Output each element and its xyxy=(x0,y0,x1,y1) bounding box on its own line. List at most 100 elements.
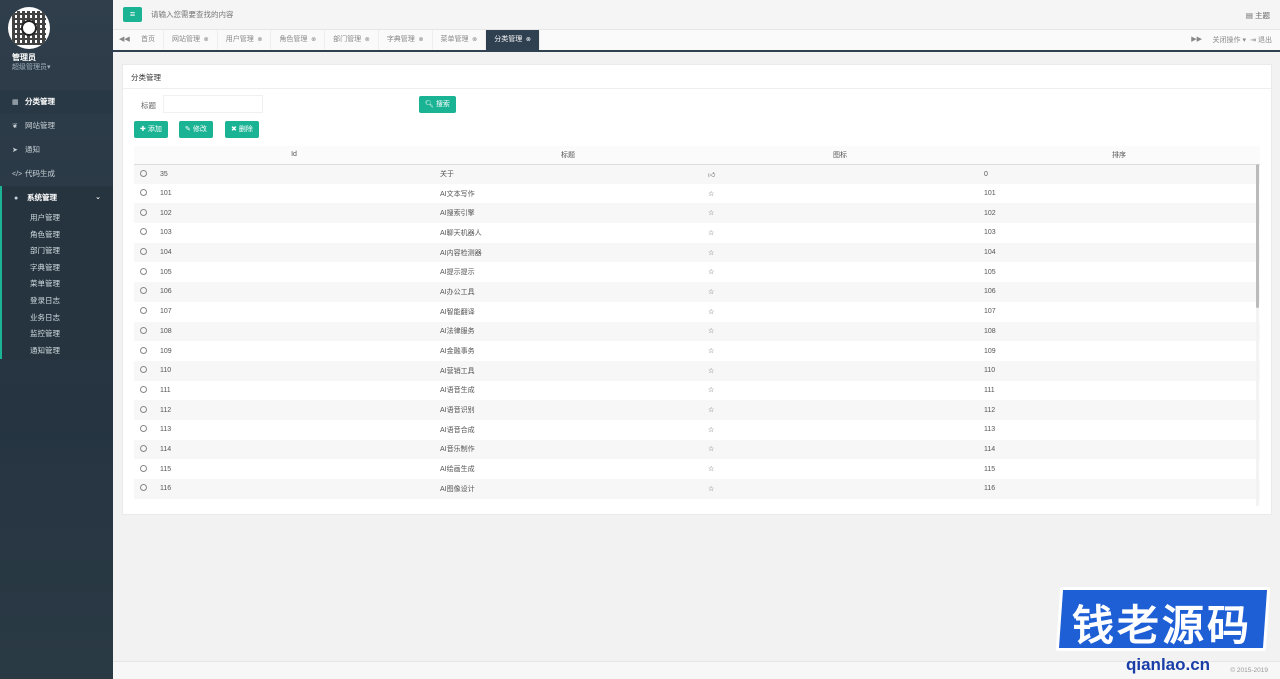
radio-button[interactable] xyxy=(140,307,147,315)
tab-close-icon[interactable]: ⊗ xyxy=(417,37,423,43)
table-row[interactable]: 101 AI文本写作 ☆ 101 xyxy=(134,184,1260,204)
table-row[interactable]: 113 AI语音合成 ☆ 113 xyxy=(134,420,1260,440)
table-row[interactable]: 114 AI音乐制作 ☆ 114 xyxy=(134,439,1260,460)
table-header-sort[interactable]: 排序 xyxy=(978,146,1260,165)
logout-button[interactable]: ⇥ 退出 xyxy=(1250,35,1272,45)
sidebar-subitem-roles[interactable]: 角色管理 xyxy=(2,227,113,244)
table-row[interactable]: 107 AI智能翻译 ☆ 107 xyxy=(134,302,1260,322)
tab-website[interactable]: 网站管理 ⊗ xyxy=(164,30,218,50)
table-row[interactable]: 110 AI营销工具 ☆ 110 xyxy=(134,360,1260,381)
table-header-id[interactable]: Id xyxy=(154,146,434,165)
table-row[interactable]: 104 AI内容检测器 ☆ 104 xyxy=(134,242,1260,263)
sidebar-item-website[interactable]: ❦ 网站管理 xyxy=(0,114,113,138)
sidebar-subitem-dictionary[interactable]: 字典管理 xyxy=(2,260,113,277)
edit-button[interactable]: ✎ 修改 xyxy=(179,121,213,138)
radio-button[interactable] xyxy=(140,326,147,334)
radio-button[interactable] xyxy=(140,248,147,256)
radio-button[interactable] xyxy=(140,366,147,374)
row-select[interactable] xyxy=(134,321,154,342)
search-button[interactable]: 🔍︎ 搜索 xyxy=(419,96,456,113)
table-header-title[interactable]: 标题 xyxy=(434,146,702,165)
row-select[interactable] xyxy=(134,302,154,322)
row-select[interactable] xyxy=(134,341,154,361)
delete-button[interactable]: ✖ 删除 xyxy=(225,121,259,138)
radio-button[interactable] xyxy=(140,385,147,393)
star-icon: ☆ xyxy=(708,288,715,296)
row-select[interactable] xyxy=(134,262,154,282)
tab-close-icon[interactable]: ⊗ xyxy=(256,37,262,43)
row-select[interactable] xyxy=(134,459,154,479)
row-select[interactable] xyxy=(134,381,154,401)
sidebar-subitem-monitor[interactable]: 监控管理 xyxy=(2,326,113,343)
table-row[interactable]: 102 AI搜索引擎 ☆ 102 xyxy=(134,203,1260,224)
close-operations-dropdown[interactable]: 关闭操作 ▾ xyxy=(1213,35,1246,45)
row-select[interactable] xyxy=(134,203,154,224)
tab-home[interactable]: 首页 xyxy=(133,30,164,50)
tab-scroll-left-icon[interactable]: ◀◀ xyxy=(119,35,130,43)
tab-close-icon[interactable]: ⊗ xyxy=(524,37,531,43)
table-row[interactable]: 105 AI提示提示 ☆ 105 xyxy=(134,262,1260,282)
tab-users[interactable]: 用户管理 ⊗ xyxy=(218,30,272,50)
tab-scroll-right-icon[interactable]: ▶▶ xyxy=(1191,35,1202,43)
row-select[interactable] xyxy=(134,400,154,420)
radio-button[interactable] xyxy=(140,425,147,433)
row-select[interactable] xyxy=(134,282,154,302)
table-row[interactable]: 35 关于 👍︎ 0 xyxy=(134,164,1260,184)
row-select[interactable] xyxy=(134,184,154,204)
table-row[interactable]: 116 AI图像设计 ☆ 116 xyxy=(134,479,1260,499)
table-row[interactable]: 106 AI办公工具 ☆ 106 xyxy=(134,282,1260,302)
tab-close-icon[interactable]: ⊗ xyxy=(471,37,477,43)
row-select[interactable] xyxy=(134,479,154,499)
radio-button[interactable] xyxy=(140,267,147,275)
radio-button[interactable] xyxy=(140,405,147,413)
radio-button[interactable] xyxy=(140,169,147,177)
sidebar-item-notice[interactable]: ➤ 通知 xyxy=(0,138,113,162)
radio-button[interactable] xyxy=(140,287,147,295)
table-row[interactable]: 108 AI法律服务 ☆ 108 xyxy=(134,321,1260,342)
global-search-input[interactable] xyxy=(151,10,351,19)
tab-menus[interactable]: 菜单管理 ⊗ xyxy=(433,30,487,50)
sidebar-item-system[interactable]: ● 系统管理 ⌄ xyxy=(2,186,113,210)
radio-button[interactable] xyxy=(140,464,147,472)
row-select[interactable] xyxy=(134,242,154,263)
tab-close-icon[interactable]: ⊗ xyxy=(363,37,370,43)
sidebar-item-category[interactable]: ▦ 分类管理 xyxy=(0,90,113,114)
row-select[interactable] xyxy=(134,420,154,440)
table-header-icon[interactable]: 图标 xyxy=(702,146,978,165)
menu-toggle-button[interactable]: ≡ xyxy=(123,7,142,22)
radio-button[interactable] xyxy=(140,189,147,197)
row-select[interactable] xyxy=(134,360,154,381)
radio-button[interactable] xyxy=(140,444,147,452)
add-button[interactable]: ✚ 添加 xyxy=(134,121,168,138)
table-row[interactable]: 103 AI聊天机器人 ☆ 103 xyxy=(134,223,1260,243)
sidebar-subitem-notifications[interactable]: 通知管理 xyxy=(2,343,113,360)
radio-button[interactable] xyxy=(140,484,147,492)
sidebar-item-codegen[interactable]: </> 代码生成 xyxy=(0,162,113,186)
scrollbar-thumb[interactable] xyxy=(1256,164,1259,308)
radio-button[interactable] xyxy=(140,208,147,216)
title-filter-input[interactable] xyxy=(163,95,263,113)
row-select[interactable] xyxy=(134,439,154,460)
sidebar-subitem-users[interactable]: 用户管理 xyxy=(2,210,113,227)
sidebar-subitem-business-log[interactable]: 业务日志 xyxy=(2,310,113,327)
sidebar-subitem-login-log[interactable]: 登录日志 xyxy=(2,293,113,310)
theme-button[interactable]: ▤ 主题 xyxy=(1246,10,1270,21)
row-select[interactable] xyxy=(134,164,154,184)
radio-button[interactable] xyxy=(140,346,147,354)
avatar[interactable] xyxy=(8,7,50,49)
tab-close-icon[interactable]: ⊗ xyxy=(202,37,209,43)
sidebar-subitem-menus[interactable]: 菜单管理 xyxy=(2,276,113,293)
sidebar-subitem-departments[interactable]: 部门管理 xyxy=(2,243,113,260)
table-row[interactable]: 109 AI金融事务 ☆ 109 xyxy=(134,341,1260,361)
tab-category[interactable]: 分类管理 ⊗ xyxy=(486,30,540,50)
tab-roles[interactable]: 角色管理 ⊗ xyxy=(271,30,326,50)
row-select[interactable] xyxy=(134,223,154,243)
table-row[interactable]: 111 AI语音生成 ☆ 111 xyxy=(134,381,1260,401)
user-role-dropdown[interactable]: 超级管理员▾ xyxy=(12,62,51,72)
radio-button[interactable] xyxy=(140,228,147,236)
tab-departments[interactable]: 部门管理 ⊗ xyxy=(325,30,379,50)
tab-close-icon[interactable]: ⊗ xyxy=(309,37,316,43)
table-row[interactable]: 115 AI绘画生成 ☆ 115 xyxy=(134,459,1260,479)
tab-dictionary[interactable]: 字典管理 ⊗ xyxy=(379,30,433,50)
table-row[interactable]: 112 AI语音识别 ☆ 112 xyxy=(134,400,1260,420)
